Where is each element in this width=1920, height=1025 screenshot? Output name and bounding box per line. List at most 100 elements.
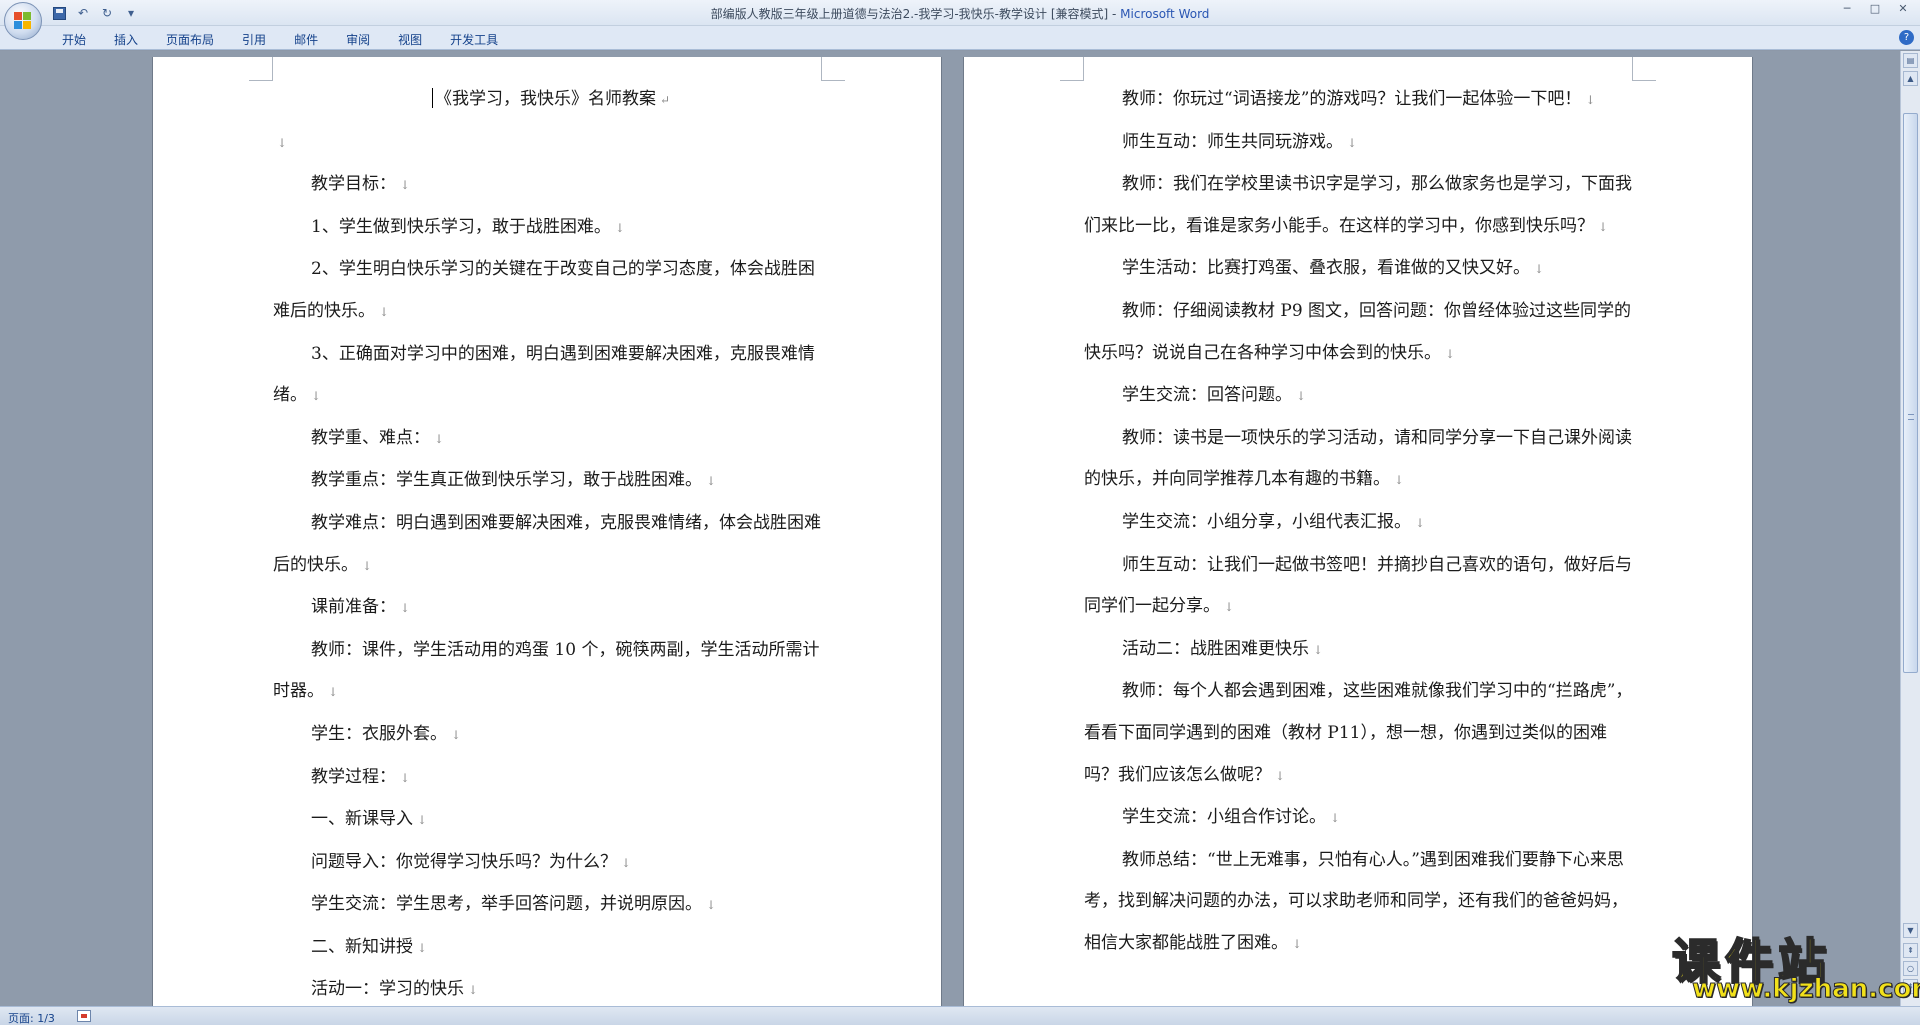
paragraph-mark: ↓ [1292,936,1303,951]
ribbon: 开始 插入 页面布局 引用 邮件 审阅 视图 开发工具 ? [0,26,1920,50]
crop-mark [249,57,273,81]
page-1-paragraphs: ↓ 教学目标： ↓ 1、学生做到快乐学习，敢于战胜困难。 ↓ 2、学生明白快乐学习的关键在… [273,122,829,1006]
tab-mailings[interactable]: 邮件 [280,29,332,50]
paragraph-text: 教师：课件，学生活动用的鸡蛋 10 个，碗筷两副，学生活动所需计时器。 [273,639,820,702]
paragraph-mark: ↓ [1224,600,1235,615]
paragraph-mark: ↓ [400,770,411,785]
tab-page-layout[interactable]: 页面布局 [152,29,228,50]
paragraph-text: 3、正确面对学习中的困难，明白遇到困难要解决困难，克服畏难情绪。 [273,343,815,406]
scroll-up-button[interactable]: ▲ [1903,71,1918,86]
paragraph-mark: ↓ [1394,473,1405,488]
maximize-icon: □ [1869,2,1881,15]
watermark: 课件站 www.kjzhan.com [1668,922,1920,1006]
paragraph-text: 教师：每个人都会遇到困难，这些困难就像我们学习中的“拦路虎”，看看下面同学遇到的… [1084,681,1633,785]
tab-references[interactable]: 引用 [228,29,280,50]
text-cursor [431,88,433,108]
crop-mark [1632,57,1656,81]
paragraph: 教师：读书是一项快乐的学习活动，请和同学分享一下自己课外阅读的快乐，并向同学推荐… [1084,418,1640,502]
paragraph-mark: ↓ [1313,642,1324,657]
ruler-toggle-button[interactable]: ▤ [1903,53,1918,68]
paragraph-text: 教学重、难点： [311,427,430,448]
help-icon[interactable]: ? [1899,30,1914,45]
window-title-document: 部编版人教版三年级上册道德与法治2.-我学习-我快乐-教学设计 [兼容模式] - [710,7,1121,21]
arrow-down-icon: ▼ [1907,926,1914,935]
paragraph-mark: ↓ [1534,262,1545,277]
office-button[interactable] [4,2,42,40]
paragraph: 课前准备： ↓ [273,587,829,630]
paragraph-text: 教师总结：“世上无难事，只怕有心人。”遇到困难我们要静下心来思考，找到解决问题的… [1084,849,1628,953]
page-1[interactable]: 《我学习，我快乐》名师教案 ↵ ↓ 教学目标： ↓ 1、学生做到快乐学习，敢于战胜困难。… [152,57,942,1006]
paragraph-mark: ↓ [706,474,717,489]
scroll-thumb[interactable] [1903,113,1918,673]
paragraph-text: 课前准备： [311,597,396,618]
close-button[interactable]: ✕ [1890,2,1916,18]
paragraph-text: 教学难点：明白遇到困难要解决困难，克服畏难情绪，体会战胜困难后的快乐。 [273,512,821,575]
paragraph: 学生交流：小组合作讨论。 ↓ [1084,797,1640,840]
paragraph: 活动二：战胜困难更快乐 ↓ [1084,629,1640,672]
status-page-count[interactable]: 页面: 1/3 [8,1010,55,1025]
paragraph: 师生互动：师生共同玩游戏。 ↓ [1084,122,1640,165]
tab-developer[interactable]: 开发工具 [436,29,512,50]
paragraph-mark: ↓ [379,304,390,319]
paragraph: 教师：课件，学生活动用的鸡蛋 10 个，碗筷两副，学生活动所需计时器。 ↓ [273,630,829,714]
document-title: 《我学习，我快乐》名师教案 ↵ [273,79,829,122]
page-2-body[interactable]: 教师：你玩过“词语接龙”的游戏吗？让我们一起体验一下吧！ ↓ 师生互动：师生共同玩游… [1084,79,1640,965]
tab-review[interactable]: 审阅 [332,29,384,50]
previous-page-button[interactable]: ⇞ [1903,943,1918,958]
paragraph: 3、正确面对学习中的困难，明白遇到困难要解决困难，克服畏难情绪。 ↓ [273,334,829,418]
ruler-icon: ▤ [1906,56,1915,65]
paragraph-text: 活动二：战胜困难更快乐 [1122,638,1309,659]
paragraph-mark: ↓ [706,898,717,913]
maximize-button[interactable]: □ [1862,2,1888,18]
proofing-icon[interactable] [77,1010,91,1022]
paragraph-text: 学生交流：回答问题。 [1122,385,1292,406]
tab-view[interactable]: 视图 [384,29,436,50]
paragraph-mark: ↓ [400,178,411,193]
paragraph-text: 学生交流：学生思考，举手回答问题，并说明原因。 [311,894,702,915]
paragraph-text: 学生：衣服外套。 [311,723,447,744]
paragraph-mark: ↓ [1585,93,1596,107]
paragraph-text: 问题导入：你觉得学习快乐吗？为什么？ [311,851,617,872]
paragraph-text: 教学目标： [311,174,396,195]
page-2-paragraphs: 教师：你玩过“词语接龙”的游戏吗？让我们一起体验一下吧！ ↓ 师生互动：师生共同玩游… [1084,79,1640,965]
scroll-down-button[interactable]: ▼ [1903,923,1918,938]
paragraph: 学生：衣服外套。 ↓ [273,714,829,757]
paragraph-text: 教学过程： [311,766,396,787]
tab-insert[interactable]: 插入 [100,29,152,50]
paragraph: 学生交流：小组分享，小组代表汇报。 ↓ [1084,502,1640,545]
paragraph-mark: ↓ [614,220,625,235]
paragraph: 教学过程： ↓ [273,757,829,800]
arrow-up-icon: ▲ [1907,74,1914,83]
tab-home[interactable]: 开始 [48,29,100,50]
paragraph: 教师总结：“世上无难事，只怕有心人。”遇到困难我们要静下心来思考，找到解决问题的… [1084,840,1640,966]
paragraph-mark: ↓ [1598,219,1609,234]
page-2[interactable]: 教师：你玩过“词语接龙”的游戏吗？让我们一起体验一下吧！ ↓ 师生互动：师生共同玩游… [963,57,1753,1006]
double-arrow-up-icon: ⇞ [1907,946,1914,955]
page-1-body[interactable]: 《我学习，我快乐》名师教案 ↵ ↓ 教学目标： ↓ 1、学生做到快乐学习，敢于战胜困难。… [273,79,829,1006]
paragraph-text: 学生交流：小组分享，小组代表汇报。 [1122,511,1411,532]
paragraph-text: 学生活动：比赛打鸡蛋、叠衣服，看谁做的又快又好。 [1122,258,1530,279]
ribbon-tabs: 开始 插入 页面布局 引用 邮件 审阅 视图 开发工具 [48,29,512,50]
vertical-scrollbar[interactable]: ▤ ▲ ▼ ⇞ ○ ⇟ [1900,51,1920,1006]
paragraph: 学生交流：学生思考，举手回答问题，并说明原因。 ↓ [273,884,829,927]
paragraph-mark: ↓ [434,431,445,446]
minimize-button[interactable]: ─ [1834,2,1860,18]
window-title-app: Microsoft Word [1120,7,1210,21]
paragraph: 教师：我们在学校里读书识字是学习，那么做家务也是学习，下面我们来比一比，看谁是家… [1084,164,1640,248]
paragraph: 教师：你玩过“词语接龙”的游戏吗？让我们一起体验一下吧！ ↓ [1084,79,1640,122]
paragraph-mark: ↓ [1445,346,1456,361]
paragraph: 学生活动：比赛打鸡蛋、叠衣服，看谁做的又快又好。 ↓ [1084,248,1640,291]
paragraph: 教师：仔细阅读教材 P9 图文，回答问题：你曾经体验过这些同学的快乐吗？说说自己… [1084,291,1640,375]
paragraph-mark: ↓ [1330,811,1341,826]
watermark-url: www.kjzhan.com [1691,974,1920,1005]
paragraph-text: 二、新知讲授 [311,936,413,957]
paragraph-text: 一、新课导入 [311,809,413,830]
minimize-icon: ─ [1843,2,1851,15]
paragraph-text: 教师：你玩过“词语接龙”的游戏吗？让我们一起体验一下吧！ [1122,89,1582,109]
word-window: ↶ ↻ ▾ 部编版人教版三年级上册道德与法治2.-我学习-我快乐-教学设计 [兼… [0,0,1920,1025]
title-bar: ↶ ↻ ▾ 部编版人教版三年级上册道德与法治2.-我学习-我快乐-教学设计 [兼… [0,0,1920,26]
paragraph-mark: ↓ [451,727,462,742]
paragraph-mark: ↓ [1347,135,1358,150]
paragraph: 1、学生做到快乐学习，敢于战胜困难。 ↓ [273,207,829,250]
paragraph-mark: ↓ [621,855,632,870]
